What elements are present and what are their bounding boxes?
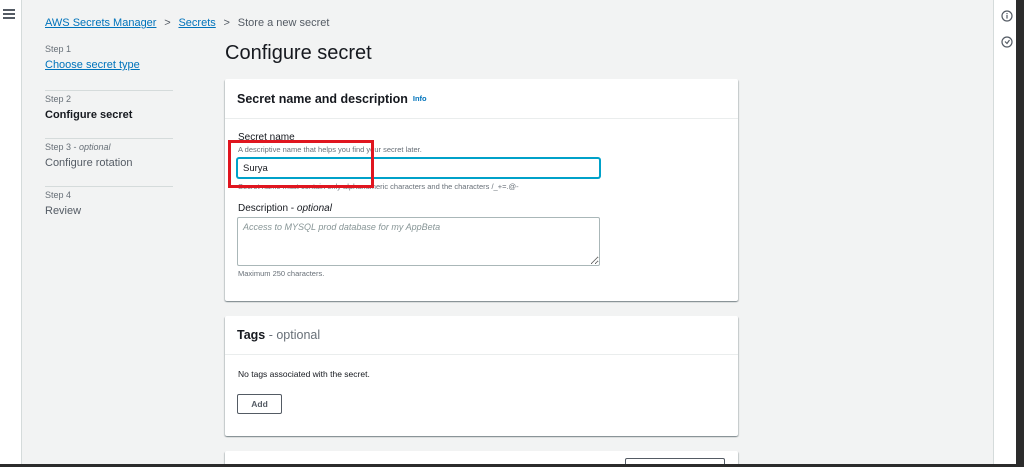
breadcrumb-separator-icon: >	[164, 17, 171, 29]
section-title: Tags - optional	[237, 328, 321, 342]
page-title: Configure secret	[225, 42, 372, 64]
step-1: Step 1 Choose secret type	[45, 43, 173, 91]
secrets-manager-page: AWS Secrets Manager > Secrets > Store a …	[0, 0, 1024, 467]
breadcrumb: AWS Secrets Manager > Secrets > Store a …	[45, 16, 329, 30]
add-tag-button[interactable]: Add	[237, 394, 282, 414]
step-title-review: Review	[45, 205, 82, 217]
secret-name-label: Secret name	[238, 132, 295, 143]
breadcrumb-secrets-manager[interactable]: AWS Secrets Manager	[45, 17, 156, 29]
step-link-choose-secret-type[interactable]: Choose secret type	[45, 58, 173, 72]
breadcrumb-secrets[interactable]: Secrets	[178, 17, 215, 29]
step-title-configure-secret: Configure secret	[45, 109, 133, 121]
notification-icon[interactable]	[1001, 36, 1013, 48]
description-label: Description - optional	[238, 203, 332, 214]
wizard-steps: Step 1 Choose secret type Step 2 Configu…	[45, 43, 173, 235]
info-link[interactable]: Info	[413, 94, 427, 103]
step-title-configure-rotation: Configure rotation	[45, 157, 133, 169]
step-number: Step 2	[45, 94, 72, 104]
secret-name-constraint: Secret name must contain only alphanumer…	[238, 182, 519, 191]
step-number: Step 4	[45, 190, 72, 200]
secret-name-container: Secret name and description Info Secret …	[225, 79, 738, 301]
container-header: Secret name and description Info	[225, 79, 738, 119]
tags-container: Tags - optional No tags associated with …	[225, 316, 738, 436]
section-title: Secret name and description	[237, 91, 408, 106]
empty-tags-text: No tags associated with the secret.	[238, 369, 370, 379]
window-edge	[1016, 0, 1024, 467]
step-2: Step 2 Configure secret	[45, 91, 173, 139]
step-number: Step 1	[45, 44, 72, 54]
breadcrumb-current: Store a new secret	[237, 17, 330, 29]
container-header: Tags - optional	[225, 316, 738, 355]
description-textarea[interactable]	[237, 217, 600, 266]
secret-name-description: A descriptive name that helps you find y…	[238, 145, 422, 154]
step-number: Step 3 - optional	[45, 142, 111, 152]
description-constraint: Maximum 250 characters.	[238, 269, 325, 278]
step-4: Step 4 Review	[45, 187, 173, 235]
breadcrumb-separator-icon: >	[223, 17, 230, 29]
info-circle-icon[interactable]	[1001, 10, 1013, 22]
left-navigation-strip	[0, 0, 22, 467]
step-3: Step 3 - optional Configure rotation	[45, 139, 173, 187]
hamburger-icon[interactable]	[3, 9, 15, 19]
secret-name-input[interactable]	[237, 158, 600, 178]
